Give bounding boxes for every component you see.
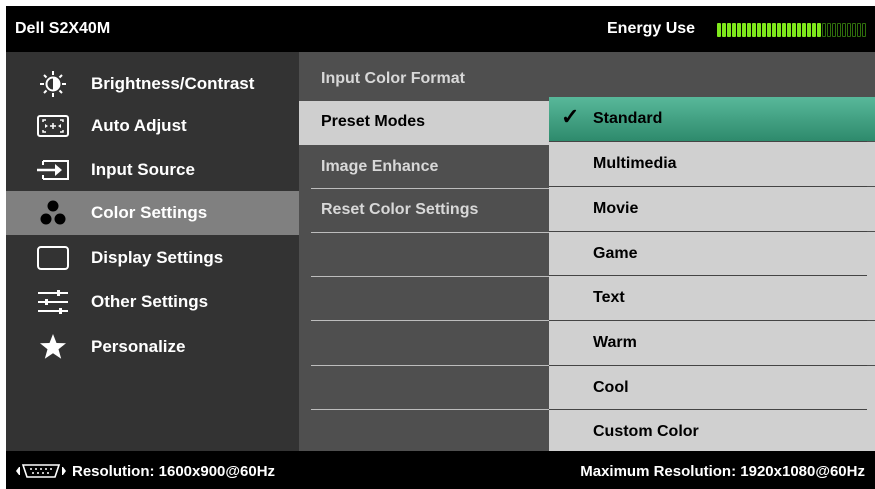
submenu-item-label: Preset Modes xyxy=(321,113,426,130)
submenu-item-preset-modes[interactable]: Preset Modes xyxy=(299,101,549,145)
preset-option-standard[interactable]: ✓ Standard xyxy=(549,97,875,141)
preset-option-label: Custom Color xyxy=(593,423,699,440)
energy-segment-on xyxy=(747,23,751,37)
energy-segment-off xyxy=(822,23,826,37)
display-icon xyxy=(37,246,69,270)
energy-segment-on xyxy=(792,23,796,37)
energy-segment-off xyxy=(837,23,841,37)
energy-segment-on xyxy=(797,23,801,37)
submenu-item-input-color-format[interactable]: Input Color Format xyxy=(299,58,549,102)
preset-option-text[interactable]: Text xyxy=(549,276,875,320)
energy-segment-on xyxy=(737,23,741,37)
submenu-divider xyxy=(311,232,549,233)
menu-item-display-settings[interactable]: Display Settings xyxy=(6,236,299,280)
auto-adjust-icon xyxy=(37,115,69,137)
energy-segment-on xyxy=(752,23,756,37)
main-menu: Brightness/Contrast Auto Adjust Input So… xyxy=(6,52,299,451)
energy-segment-on xyxy=(742,23,746,37)
energy-segment-off xyxy=(857,23,861,37)
submenu-item-label: Input Color Format xyxy=(321,70,465,87)
menu-item-label: Input Source xyxy=(91,160,195,179)
osd-footer: Resolution: 1600x900@60Hz Maximum Resolu… xyxy=(6,451,875,489)
preset-option-label: Cool xyxy=(593,379,629,396)
submenu-item-image-enhance[interactable]: Image Enhance xyxy=(299,146,549,190)
energy-use-label: Energy Use xyxy=(607,20,696,37)
energy-segment-on xyxy=(812,23,816,37)
energy-segment-on xyxy=(777,23,781,37)
energy-segment-on xyxy=(787,23,791,37)
energy-segment-on xyxy=(782,23,786,37)
energy-segment-on xyxy=(767,23,771,37)
energy-segment-off xyxy=(847,23,851,37)
preset-option-label: Movie xyxy=(593,200,639,217)
energy-segment-on xyxy=(732,23,736,37)
preset-option-label: Standard xyxy=(593,110,663,127)
menu-item-label: Display Settings xyxy=(91,248,224,267)
star-icon xyxy=(40,334,66,359)
energy-segment-on xyxy=(727,23,731,37)
input-source-icon xyxy=(37,160,69,180)
energy-segment-on xyxy=(817,23,821,37)
energy-segment-on xyxy=(722,23,726,37)
menu-item-label: Auto Adjust xyxy=(91,116,187,135)
menu-item-personalize[interactable]: Personalize xyxy=(6,325,299,369)
energy-segment-off xyxy=(832,23,836,37)
menu-item-auto-adjust[interactable]: Auto Adjust xyxy=(6,104,299,148)
energy-segment-on xyxy=(772,23,776,37)
monitor-osd: Dell S2X40M Energy Use Brightness/Contra… xyxy=(6,6,875,489)
submenu-item-reset-color-settings[interactable]: Reset Color Settings xyxy=(299,189,549,233)
preset-option-label: Multimedia xyxy=(593,155,677,172)
model-name: Dell S2X40M xyxy=(15,20,111,37)
menu-item-brightness[interactable]: Brightness/Contrast xyxy=(6,62,299,106)
energy-segment-on xyxy=(717,23,721,37)
preset-option-label: Text xyxy=(593,289,625,306)
energy-segment-on xyxy=(802,23,806,37)
preset-modes-list: ✓ Standard Multimedia Movie Game Text Wa… xyxy=(549,52,875,454)
energy-segment-on xyxy=(807,23,811,37)
submenu-divider xyxy=(311,276,549,277)
preset-option-warm[interactable]: Warm xyxy=(549,321,875,365)
menu-item-color-settings[interactable]: Color Settings xyxy=(6,191,299,235)
color-settings-submenu: Input Color Format Preset Modes Image En… xyxy=(299,52,549,451)
energy-use-meter xyxy=(717,23,871,37)
osd-header: Dell S2X40M Energy Use xyxy=(6,6,875,52)
current-resolution: Resolution: 1600x900@60Hz xyxy=(72,463,276,480)
submenu-divider xyxy=(311,188,549,189)
submenu-divider xyxy=(311,320,549,321)
energy-segment-off xyxy=(842,23,846,37)
submenu-divider xyxy=(311,409,549,410)
sliders-icon xyxy=(38,290,68,314)
checkmark-icon: ✓ xyxy=(561,104,580,129)
preset-option-game[interactable]: Game xyxy=(549,232,875,276)
vga-connector-icon xyxy=(16,464,66,478)
preset-option-label: Game xyxy=(593,245,638,262)
menu-item-other-settings[interactable]: Other Settings xyxy=(6,280,299,324)
submenu-item-label: Reset Color Settings xyxy=(321,201,479,218)
preset-option-label: Warm xyxy=(593,334,637,351)
submenu-divider xyxy=(311,365,549,366)
energy-segment-on xyxy=(757,23,761,37)
menu-item-label: Other Settings xyxy=(91,292,209,311)
energy-segment-off xyxy=(852,23,856,37)
submenu-item-label: Image Enhance xyxy=(321,158,439,175)
energy-segment-off xyxy=(827,23,831,37)
menu-item-label: Color Settings xyxy=(91,203,208,222)
brightness-icon xyxy=(40,71,66,97)
preset-option-multimedia[interactable]: Multimedia xyxy=(549,142,875,186)
energy-segment-on xyxy=(762,23,766,37)
menu-item-input-source[interactable]: Input Source xyxy=(6,148,299,192)
energy-segment-off xyxy=(862,23,866,37)
color-settings-icon xyxy=(40,200,66,225)
preset-option-cool[interactable]: Cool xyxy=(549,366,875,410)
preset-option-movie[interactable]: Movie xyxy=(549,187,875,231)
menu-item-label: Personalize xyxy=(91,337,186,356)
preset-option-custom-color[interactable]: Custom Color xyxy=(549,410,875,454)
menu-item-label: Brightness/Contrast xyxy=(91,74,255,93)
maximum-resolution: Maximum Resolution: 1920x1080@60Hz xyxy=(580,463,865,480)
